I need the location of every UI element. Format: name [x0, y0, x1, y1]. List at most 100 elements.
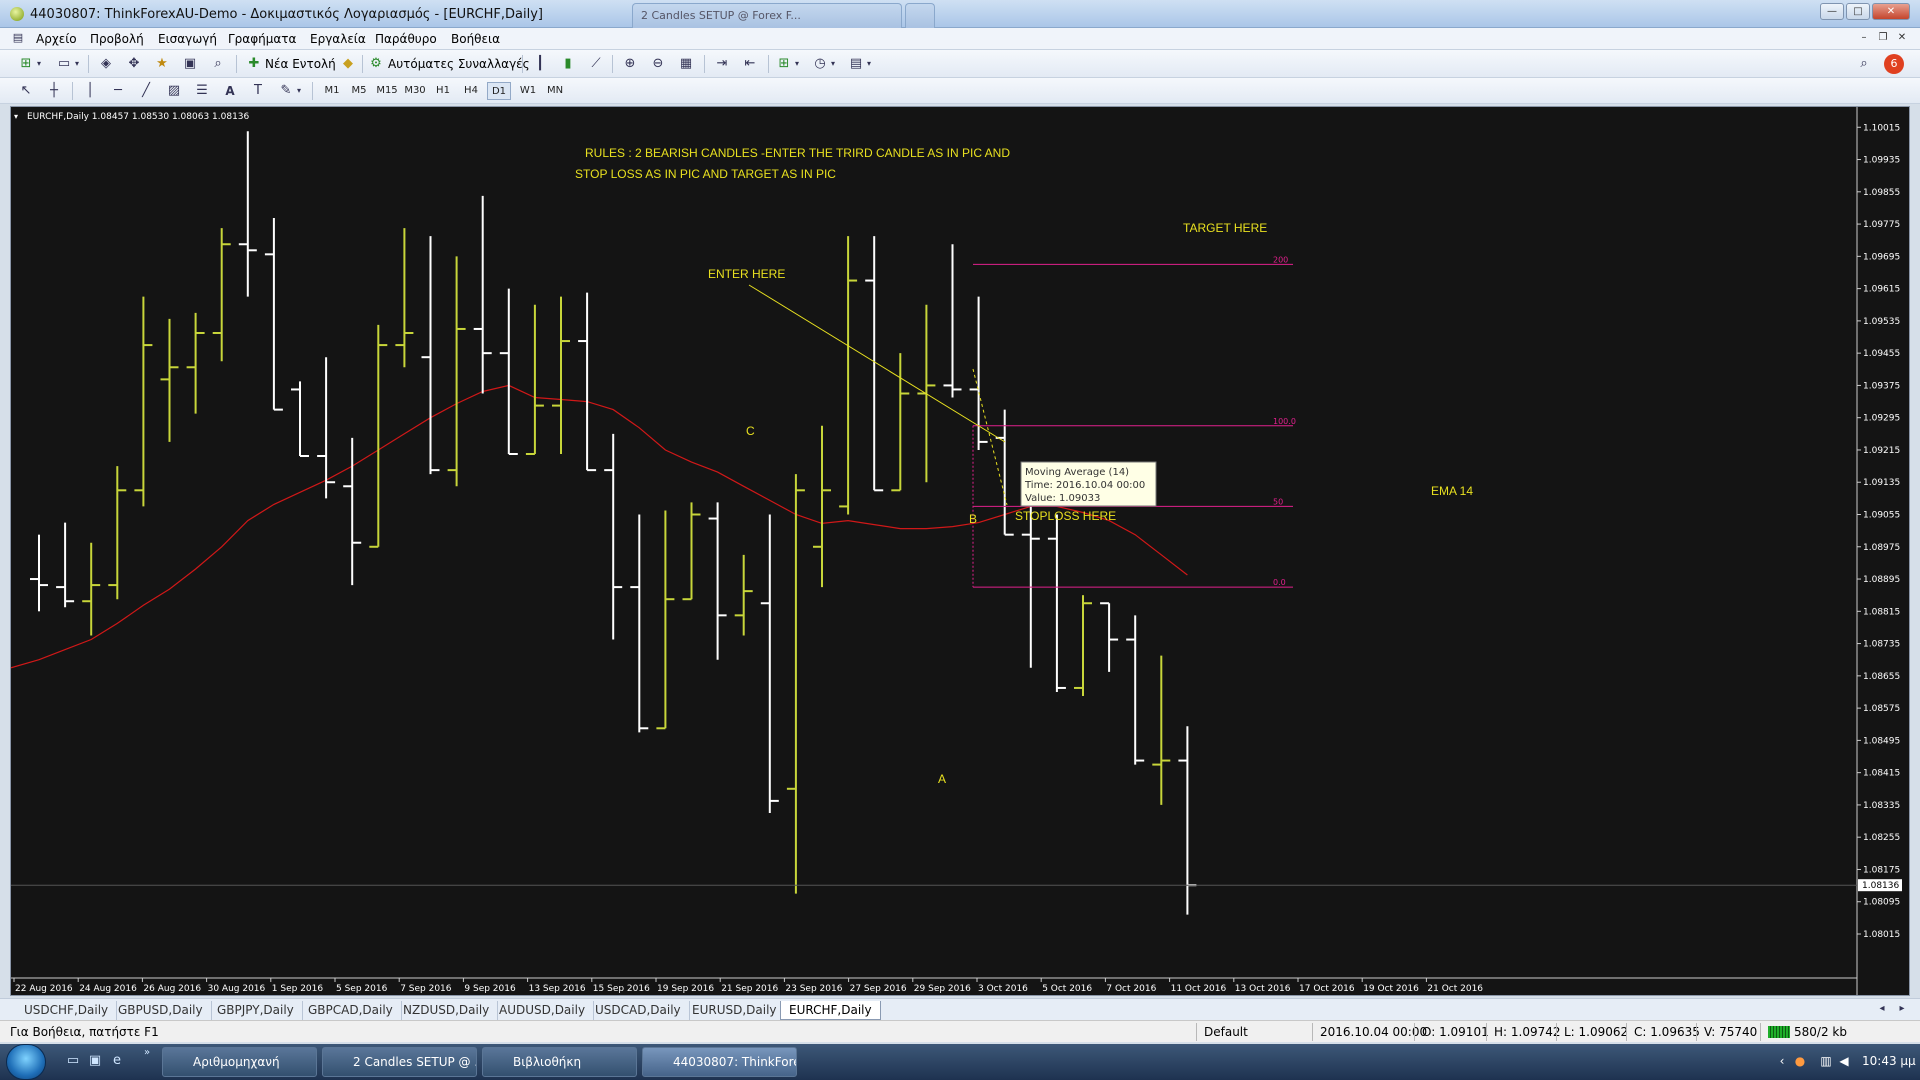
price-axis[interactable]: 1.10015 1.09935 1.09855 1.09775 1.09695 1.096…: [11, 107, 1902, 995]
new-chart-dropdown-icon[interactable]: ▾: [34, 54, 44, 74]
window-close-button[interactable]: ✕: [1872, 3, 1910, 20]
point-b-label[interactable]: B: [969, 512, 977, 526]
switch-windows-icon[interactable]: ▣: [86, 1053, 104, 1071]
candlestick-chart-icon[interactable]: ▮: [558, 54, 578, 74]
taskbar-clock[interactable]: 10:43 μμ: [1862, 1054, 1916, 1068]
indicators-dropdown-icon[interactable]: ▾: [792, 54, 802, 74]
auto-trading-icon[interactable]: ⚙: [366, 54, 386, 74]
enter-arrow-line[interactable]: [748, 284, 1006, 443]
menu-tools[interactable]: Εργαλεία: [310, 32, 366, 46]
tray-avast-icon[interactable]: ●: [1792, 1054, 1808, 1070]
periods-icon[interactable]: ◷: [810, 54, 830, 74]
enter-here-label[interactable]: ENTER HERE: [708, 267, 785, 281]
new-chart-icon[interactable]: ⊞: [16, 54, 36, 74]
indicators-icon[interactable]: ⊞: [774, 54, 794, 74]
templates-dropdown-icon[interactable]: ▾: [864, 54, 874, 74]
timeframe-m5-button[interactable]: M5: [347, 82, 371, 100]
timeframe-m1-button[interactable]: M1: [320, 82, 344, 100]
cursor-icon[interactable]: ↖: [16, 81, 36, 101]
window-maximize-button[interactable]: □: [1846, 3, 1870, 20]
date-axis[interactable]: 22 Aug 2016 24 Aug 2016 26 Aug 2016 30 Aug …: [11, 977, 1857, 994]
taskbar-calculator[interactable]: Αριθμομηχανή: [162, 1047, 317, 1077]
taskbar-library[interactable]: Βιβλιοθήκη: [482, 1047, 637, 1077]
profiles-dropdown-icon[interactable]: ▾: [72, 54, 82, 74]
tab-usdcad-daily[interactable]: USDCAD,Daily: [587, 1001, 690, 1020]
new-order-icon[interactable]: ✚: [244, 54, 264, 74]
connection-status-icon[interactable]: [1768, 1026, 1790, 1038]
timeframe-h4-button[interactable]: H4: [459, 82, 483, 100]
tray-volume-icon[interactable]: ◀: [1836, 1054, 1852, 1070]
vertical-line-icon[interactable]: │: [80, 81, 100, 101]
text-box-icon[interactable]: T: [248, 81, 268, 101]
status-profile[interactable]: Default: [1204, 1024, 1248, 1040]
internet-explorer-icon[interactable]: e: [108, 1053, 126, 1071]
horizontal-line-icon[interactable]: ─: [108, 81, 128, 101]
taskbar-browser-forex[interactable]: 2 Candles SETUP @ ...: [322, 1047, 477, 1077]
menu-insert[interactable]: Εισαγωγή: [158, 32, 217, 46]
chart-minimize-button[interactable]: –: [1856, 32, 1872, 46]
tabs-scroll-left-icon[interactable]: ◂: [1872, 999, 1892, 1019]
timeframe-w1-button[interactable]: W1: [516, 82, 540, 100]
tab-eurchf-daily[interactable]: EURCHF,Daily: [780, 1001, 881, 1020]
data-window-icon[interactable]: ✥: [124, 54, 144, 74]
point-c-label[interactable]: C: [746, 424, 755, 438]
timeframe-d1-button[interactable]: D1: [487, 82, 511, 100]
arrows-icon[interactable]: ✎: [276, 81, 296, 101]
auto-trading-button[interactable]: Αυτόματες Συναλλαγές: [388, 54, 530, 74]
tab-gbpusd-daily[interactable]: GBPUSD,Daily: [110, 1001, 212, 1020]
point-a-label[interactable]: A: [938, 772, 946, 786]
target-here-label[interactable]: TARGET HERE: [1183, 221, 1267, 235]
price-chart[interactable]: 0.0 50 100.0 200 1.10015 1.09935 1.09855 1.097…: [10, 106, 1910, 996]
search-icon[interactable]: ⌕: [1854, 54, 1874, 74]
trendline-icon[interactable]: ╱: [136, 81, 156, 101]
window-minimize-button[interactable]: —: [1820, 3, 1844, 20]
timeframe-m30-button[interactable]: M30: [403, 82, 427, 100]
zoom-out-icon[interactable]: ⊖: [648, 54, 668, 74]
auto-scroll-icon[interactable]: ⇥: [712, 54, 732, 74]
line-chart-icon[interactable]: ⟋: [586, 54, 606, 74]
stoploss-here-label[interactable]: STOPLOSS HERE: [1015, 509, 1116, 523]
periods-dropdown-icon[interactable]: ▾: [828, 54, 838, 74]
menu-file[interactable]: Αρχείο: [36, 32, 77, 46]
show-desktop-icon[interactable]: ▭: [64, 1053, 82, 1071]
tray-network-icon[interactable]: ▥: [1818, 1054, 1834, 1070]
tab-audusd-daily[interactable]: AUDUSD,Daily: [491, 1001, 595, 1020]
timeframe-h1-button[interactable]: H1: [431, 82, 455, 100]
strategy-tester-icon[interactable]: ⌕: [208, 54, 228, 74]
chart-close-button[interactable]: ✕: [1894, 32, 1910, 46]
chart-restore-button[interactable]: ❐: [1875, 32, 1891, 46]
tile-windows-icon[interactable]: ▦: [676, 54, 696, 74]
menu-window[interactable]: Παράθυρο: [375, 32, 437, 46]
quicklaunch-overflow-icon[interactable]: »: [138, 1047, 156, 1065]
bar-chart-icon[interactable]: ┃: [530, 54, 550, 74]
new-order-button[interactable]: Νέα Εντολή: [265, 54, 336, 74]
chart-window-icon[interactable]: ▤: [10, 29, 26, 47]
chart-shift-icon[interactable]: ⇤: [740, 54, 760, 74]
metaeditor-icon[interactable]: ◆: [338, 54, 358, 74]
arrows-dropdown-icon[interactable]: ▾: [294, 81, 304, 101]
tray-expand-icon[interactable]: ‹: [1774, 1054, 1790, 1070]
menu-view[interactable]: Προβολή: [90, 32, 144, 46]
zoom-in-icon[interactable]: ⊕: [620, 54, 640, 74]
fibonacci-retracement-icon[interactable]: ☰: [192, 81, 212, 101]
tab-gbpcad-daily[interactable]: GBPCAD,Daily: [300, 1001, 402, 1020]
notifications-badge[interactable]: 6: [1884, 54, 1904, 74]
menu-help[interactable]: Βοήθεια: [451, 32, 500, 46]
rules-text-line-2[interactable]: STOP LOSS AS IN PIC AND TARGET AS IN PIC: [575, 167, 836, 181]
timeframe-m15-button[interactable]: M15: [375, 82, 399, 100]
profiles-icon[interactable]: ▭: [54, 54, 74, 74]
tab-eurusd-daily[interactable]: EURUSD,Daily: [684, 1001, 786, 1020]
status-traffic[interactable]: 580/2 kb: [1794, 1024, 1847, 1040]
equidistant-channel-icon[interactable]: ▨: [164, 81, 184, 101]
navigator-icon[interactable]: ★: [152, 54, 172, 74]
crosshair-icon[interactable]: ┼: [44, 81, 64, 101]
menu-charts[interactable]: Γραφήματα: [228, 32, 296, 46]
chart-collapse-icon[interactable]: ▾: [14, 112, 18, 121]
market-watch-icon[interactable]: ◈: [96, 54, 116, 74]
rules-text-line-1[interactable]: RULES : 2 BEARISH CANDLES -ENTER THE TRI…: [585, 146, 1010, 160]
tab-usdchf-daily[interactable]: USDCHF,Daily: [16, 1001, 118, 1020]
tab-nzdusd-daily[interactable]: NZDUSD,Daily: [395, 1001, 499, 1020]
timeframe-mn-button[interactable]: MN: [543, 82, 567, 100]
tab-gbpjpy-daily[interactable]: GBPJPY,Daily: [209, 1001, 303, 1020]
taskbar-metatrader[interactable]: 44030807: ThinkFore...: [642, 1047, 797, 1077]
